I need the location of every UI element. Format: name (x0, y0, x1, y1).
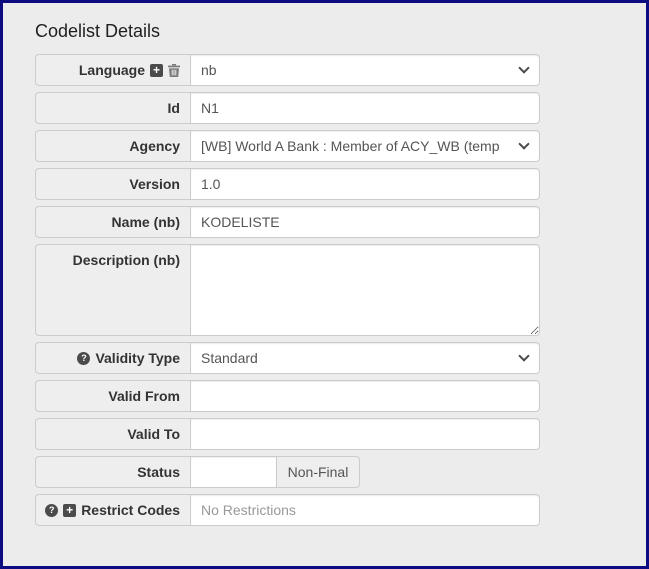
description-textarea[interactable] (190, 244, 540, 336)
name-label-cell: Name (nb) (35, 206, 190, 238)
help-icon[interactable]: ? (45, 504, 58, 517)
delete-language-icon[interactable] (168, 64, 180, 77)
language-label: Language (79, 62, 145, 78)
page-title: Codelist Details (35, 21, 646, 42)
agency-label: Agency (129, 138, 180, 154)
id-label: Id (168, 100, 180, 116)
description-row: Description (nb) (35, 244, 540, 336)
validity-type-label-cell: ? Validity Type (35, 342, 190, 374)
validity-type-row: ? Validity Type Standard (35, 342, 540, 374)
description-label: Description (nb) (73, 252, 180, 268)
id-label-cell: Id (35, 92, 190, 124)
valid-from-label-cell: Valid From (35, 380, 190, 412)
restrict-codes-label-cell: ? + Restrict Codes (35, 494, 190, 526)
codelist-details-form: Language + nb (35, 54, 540, 526)
valid-from-input[interactable] (190, 380, 540, 412)
agency-select[interactable]: [WB] World A Bank : Member of ACY_WB (te… (190, 130, 540, 162)
valid-to-label: Valid To (127, 426, 180, 442)
version-label-cell: Version (35, 168, 190, 200)
valid-to-input[interactable] (190, 418, 540, 450)
version-row: Version (35, 168, 540, 200)
agency-label-cell: Agency (35, 130, 190, 162)
status-row: Status Non-Final (35, 456, 360, 488)
agency-row: Agency [WB] World A Bank : Member of ACY… (35, 130, 540, 162)
codelist-details-page: Codelist Details Language + (0, 0, 649, 569)
language-row: Language + nb (35, 54, 540, 86)
validity-type-label: Validity Type (95, 350, 180, 366)
id-row: Id (35, 92, 540, 124)
restrict-codes-label: Restrict Codes (81, 502, 180, 518)
valid-from-row: Valid From (35, 380, 540, 412)
name-row: Name (nb) (35, 206, 540, 238)
status-label-cell: Status (35, 456, 190, 488)
valid-from-label: Valid From (108, 388, 180, 404)
status-label: Status (137, 464, 180, 480)
help-icon[interactable]: ? (77, 352, 90, 365)
language-label-cell: Language + (35, 54, 190, 86)
validity-type-select[interactable]: Standard (190, 342, 540, 374)
add-language-icon[interactable]: + (150, 64, 163, 77)
name-label: Name (nb) (112, 214, 180, 230)
id-input[interactable] (190, 92, 540, 124)
restrict-codes-input[interactable] (190, 494, 540, 526)
add-restriction-icon[interactable]: + (63, 504, 76, 517)
restrict-codes-row: ? + Restrict Codes (35, 494, 540, 526)
valid-to-row: Valid To (35, 418, 540, 450)
version-label: Version (129, 176, 180, 192)
valid-to-label-cell: Valid To (35, 418, 190, 450)
status-input[interactable] (190, 456, 277, 488)
description-label-cell: Description (nb) (35, 244, 190, 336)
version-input[interactable] (190, 168, 540, 200)
status-badge: Non-Final (277, 456, 360, 488)
name-input[interactable] (190, 206, 540, 238)
language-select[interactable]: nb (190, 54, 540, 86)
